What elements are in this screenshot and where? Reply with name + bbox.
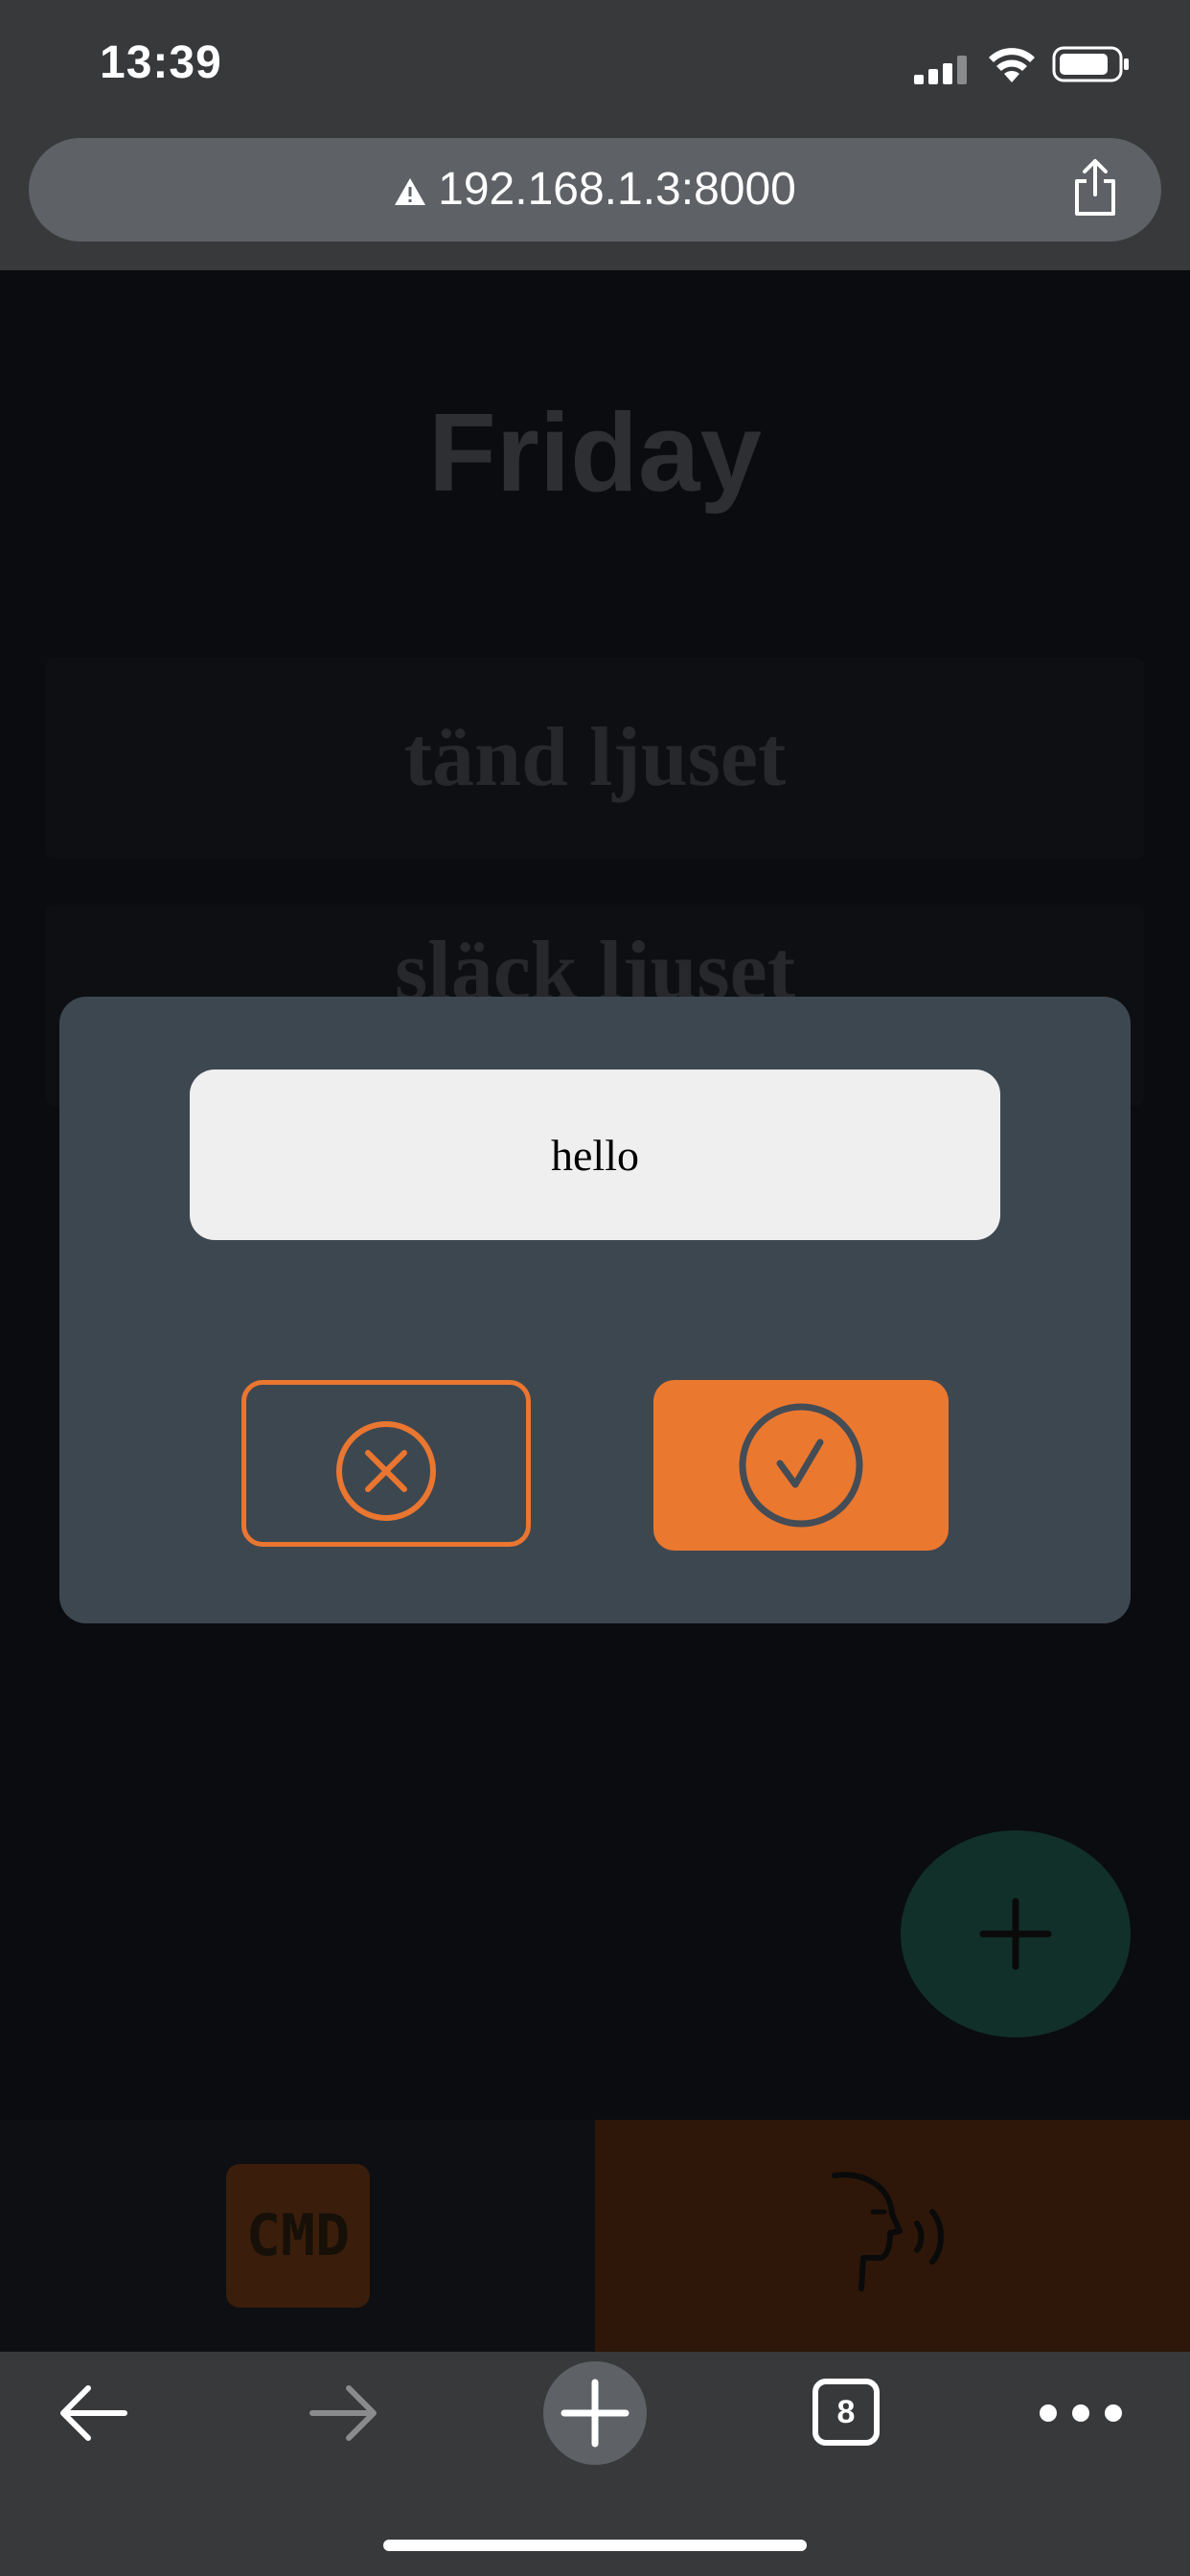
plus-icon bbox=[979, 1898, 1052, 1970]
new-tab-button[interactable] bbox=[543, 2361, 647, 2465]
add-command-button[interactable] bbox=[901, 1830, 1131, 2037]
cancel-button[interactable] bbox=[241, 1380, 531, 1547]
url-display[interactable]: 192.168.1.3:8000 bbox=[0, 138, 1190, 242]
cmd-button[interactable]: CMD bbox=[226, 2164, 370, 2308]
wifi-icon bbox=[989, 48, 1035, 82]
confirm-button[interactable] bbox=[653, 1380, 949, 1551]
share-icon[interactable] bbox=[1071, 158, 1119, 218]
forward-arrow-icon[interactable] bbox=[303, 2373, 383, 2453]
url-text: 192.168.1.3:8000 bbox=[438, 164, 796, 215]
warning-icon bbox=[395, 178, 426, 206]
status-time: 13:39 bbox=[100, 37, 222, 88]
battery-icon bbox=[1052, 46, 1129, 82]
cellular-signal-icon bbox=[914, 56, 967, 84]
command-input[interactable] bbox=[190, 1070, 1000, 1240]
x-circle-icon bbox=[336, 1421, 436, 1521]
command-card[interactable]: tänd ljuset bbox=[46, 657, 1144, 859]
voice-face-icon bbox=[832, 2172, 944, 2291]
page-title: Friday bbox=[427, 390, 763, 515]
check-circle-icon bbox=[739, 1403, 863, 1528]
plus-icon bbox=[561, 2379, 629, 2448]
voice-button[interactable] bbox=[595, 2120, 1190, 2352]
more-menu-icon[interactable] bbox=[1035, 2400, 1131, 2426]
back-arrow-icon[interactable] bbox=[54, 2373, 134, 2453]
tabs-button[interactable]: 8 bbox=[812, 2379, 880, 2446]
home-indicator[interactable] bbox=[383, 2540, 807, 2551]
